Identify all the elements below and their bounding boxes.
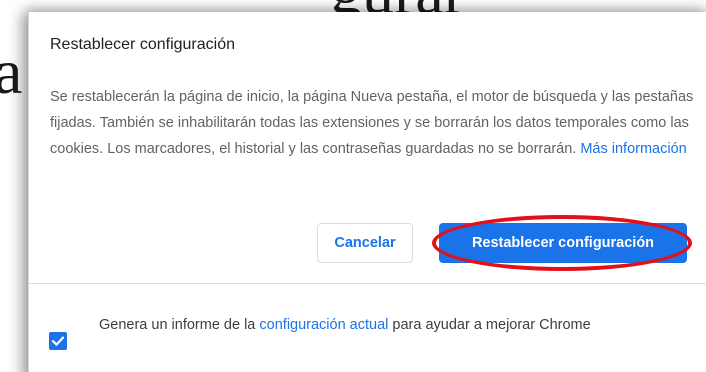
- dialog-description: Se restablecerán la página de inicio, la…: [50, 84, 700, 162]
- background-letter-fragment: a: [0, 36, 23, 107]
- learn-more-link[interactable]: Más información: [580, 141, 686, 157]
- cancel-button[interactable]: Cancelar: [317, 223, 413, 263]
- dialog-title: Restablecer configuración: [50, 36, 235, 53]
- reset-settings-button[interactable]: Restablecer configuración: [439, 223, 687, 263]
- current-settings-link[interactable]: configuración actual: [259, 317, 388, 333]
- report-label: Genera un informe de la configuración ac…: [99, 312, 689, 338]
- checkmark-icon: [51, 336, 65, 346]
- report-text-before: Genera un informe de la: [99, 317, 256, 333]
- footer-divider: [29, 283, 706, 284]
- screenshot-stage: gurar a Restablecer configuración Se res…: [0, 0, 706, 372]
- report-checkbox[interactable]: [49, 332, 67, 350]
- reset-settings-dialog: Restablecer configuración Se restablecer…: [28, 12, 706, 372]
- report-text-after: para ayudar a mejorar Chrome: [392, 317, 591, 333]
